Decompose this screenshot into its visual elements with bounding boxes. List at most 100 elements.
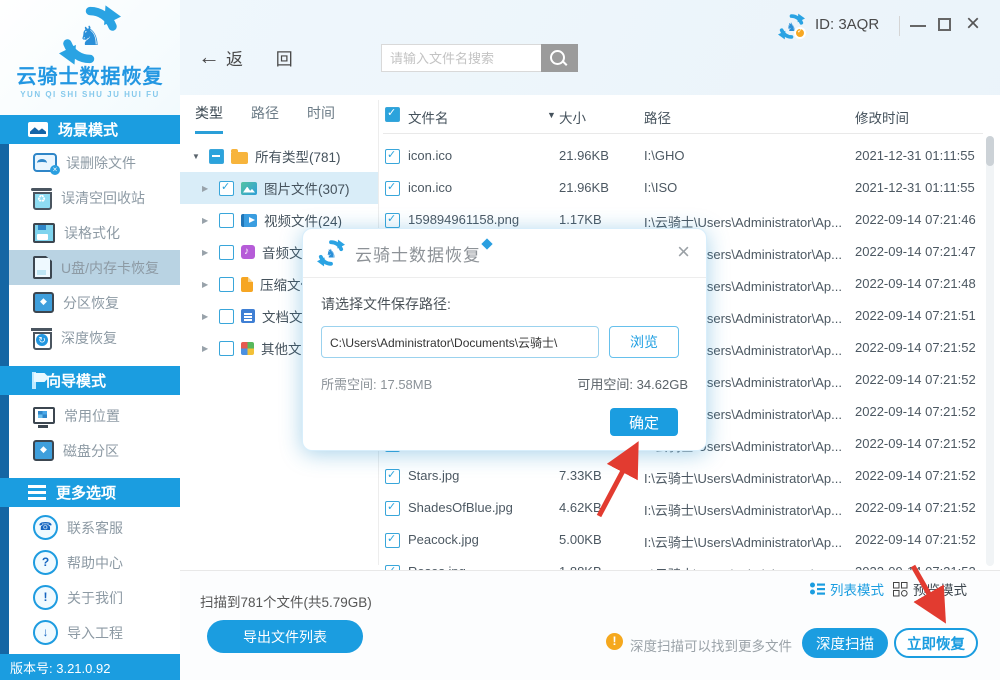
dialog-header: ♞ 云骑士数据恢复 × [303,229,706,278]
row-checkbox[interactable] [385,533,400,548]
sidebar-item[interactable]: 误格式化 [9,215,180,250]
tree-checkbox-unchecked[interactable] [219,245,234,260]
sidebar-item[interactable]: 误清空回收站 [9,180,180,215]
tree-node-label: 视频文件(24) [264,210,342,230]
table-row[interactable]: icon.ico21.96KBI:\ISO2021-12-31 01:11:55 [385,172,1000,204]
tree-node[interactable]: ▼ 所有类型(781) [180,140,378,172]
preview-mode-icon [893,582,908,597]
tab-time[interactable]: 时间 [307,103,335,134]
column-header-path[interactable]: 路径 [644,107,671,127]
search-bar [381,44,578,72]
preview-mode-label: 预览模式 [913,579,967,599]
list-mode-label: 列表模式 [830,579,884,599]
search-input[interactable] [381,44,541,72]
expand-icon[interactable]: ▶ [202,280,212,289]
scrollbar-track [986,136,994,566]
sidebar-section-more-options[interactable]: 更多选项 [0,478,180,507]
other-type-icon [241,342,254,355]
cell-path: I:\云骑士\Users\Administrator\Ap... [644,468,849,487]
sidebar-item-label: 分区恢复 [63,293,119,313]
sidebar-item[interactable]: 深度恢复 [9,320,180,355]
table-row[interactable]: ShadesOfBlue.jpg4.62KBI:\云骑士\Users\Admin… [385,492,1000,524]
expand-icon[interactable]: ▶ [202,312,212,321]
sidebar-item[interactable]: 分区恢复 [9,285,180,320]
tree-checkbox-partial[interactable] [209,149,224,164]
sidebar-section-guide-mode[interactable]: 向导模式 [0,366,180,395]
tree-checkbox-unchecked[interactable] [219,277,234,292]
back-label: 返 回 [226,45,307,70]
deep-scan-button[interactable]: 深度扫描 [802,628,888,658]
cell-name: Peacock.jpg [408,532,479,547]
tree-node-label: 图片文件(307) [264,178,350,198]
export-file-list-button[interactable]: 导出文件列表 [207,620,363,653]
row-checkbox[interactable] [385,501,400,516]
dialog-close-icon[interactable]: × [677,239,690,265]
browse-button[interactable]: 浏览 [609,326,679,358]
tree-checkbox-unchecked[interactable] [219,341,234,356]
user-id: ID: 3AQR [815,16,879,33]
row-checkbox[interactable] [385,149,400,164]
select-all-checkbox[interactable] [385,107,400,122]
dialog-body: 请选择文件保存路径: 浏览 所需空间: 17.58MB 可用空间: 34.62G… [303,278,706,393]
close-button[interactable]: × [966,11,980,37]
column-header-size[interactable]: 大小 [559,107,586,127]
table-row[interactable]: icon.ico21.96KBI:\GHO2021-12-31 01:11:55 [385,140,1000,172]
back-button[interactable]: ← 返 回 [198,44,307,70]
knight-glyph-icon: ♞ [78,21,102,51]
search-button[interactable] [541,44,578,72]
sidebar-item[interactable]: 磁盘分区 [9,433,180,468]
maximize-button[interactable] [938,18,951,31]
row-checkbox[interactable] [385,469,400,484]
tree-checkbox-checked[interactable] [219,181,234,196]
cell-size: 7.33KB [559,468,602,483]
row-checkbox[interactable] [385,181,400,196]
tree-checkbox-unchecked[interactable] [219,309,234,324]
recover-now-button[interactable]: 立即恢复 [894,628,978,658]
tree-node[interactable]: ▶ 图片文件(307) [180,172,378,204]
tab-path[interactable]: 路径 [251,103,279,134]
sidebar-item[interactable]: 常用位置 [9,398,180,433]
cell-name: ShadesOfBlue.jpg [408,500,513,515]
sidebar-item[interactable]: 导入工程 [9,615,180,650]
import-icon [33,620,58,645]
sidebar-item[interactable]: 关于我们 [9,580,180,615]
expand-icon[interactable]: ▶ [202,216,212,225]
column-header-time[interactable]: 修改时间 [855,107,909,127]
tree-checkbox-unchecked[interactable] [219,213,234,228]
scrollbar-thumb[interactable] [986,136,994,166]
collapse-icon[interactable]: ▼ [192,152,202,161]
cell-size: 5.00KB [559,532,602,547]
tree-node-label: 所有类型(781) [255,146,341,166]
list-mode-toggle[interactable]: 列表模式 [810,579,884,599]
sidebar-item[interactable]: 误删除文件 [9,145,180,180]
tab-type[interactable]: 类型 [195,103,223,134]
sidebar-item[interactable]: U盘/内存卡恢复 [9,250,180,285]
brand-title: 云骑士数据恢复 [17,66,164,88]
table-row[interactable]: Peacock.jpg5.00KBI:\云骑士\Users\Administra… [385,524,1000,556]
row-checkbox[interactable] [385,213,400,228]
cell-name: icon.ico [408,180,452,195]
cell-time: 2022-09-14 07:21:47 [855,244,976,259]
hamburger-icon [28,485,46,488]
scene-mode-icon [28,122,48,137]
diamond-icon [481,238,492,249]
cell-path: I:\云骑士\Users\Administrator\Ap... [644,500,849,519]
confirm-button[interactable]: 确定 [610,408,678,436]
sort-desc-icon[interactable]: ▼ [547,110,556,120]
sidebar-item[interactable]: 联系客服 [9,510,180,545]
column-header-name[interactable]: 文件名 [408,107,449,127]
minimize-button[interactable] [910,25,926,27]
cell-time: 2022-09-14 07:21:51 [855,308,976,323]
save-path-input[interactable] [321,326,599,358]
sidebar-section-scene-mode[interactable]: 场景模式 [0,115,180,144]
table-row[interactable]: Roses.jpg1.88KBI:\云骑士\Users\Administrato… [385,556,1000,570]
sidebar-item-label: U盘/内存卡恢复 [61,258,159,278]
sidebar-item-label: 关于我们 [67,588,123,608]
preview-mode-toggle[interactable]: 预览模式 [893,579,967,599]
sidebar: ♞ 云骑士数据恢复 YUN QI SHI SHU JU HUI FU 场景模式 … [0,0,180,680]
table-row[interactable]: Stars.jpg7.33KBI:\云骑士\Users\Administrato… [385,460,1000,492]
sidebar-item[interactable]: 帮助中心 [9,545,180,580]
expand-icon[interactable]: ▶ [202,184,212,193]
expand-icon[interactable]: ▶ [202,248,212,257]
expand-icon[interactable]: ▶ [202,344,212,353]
